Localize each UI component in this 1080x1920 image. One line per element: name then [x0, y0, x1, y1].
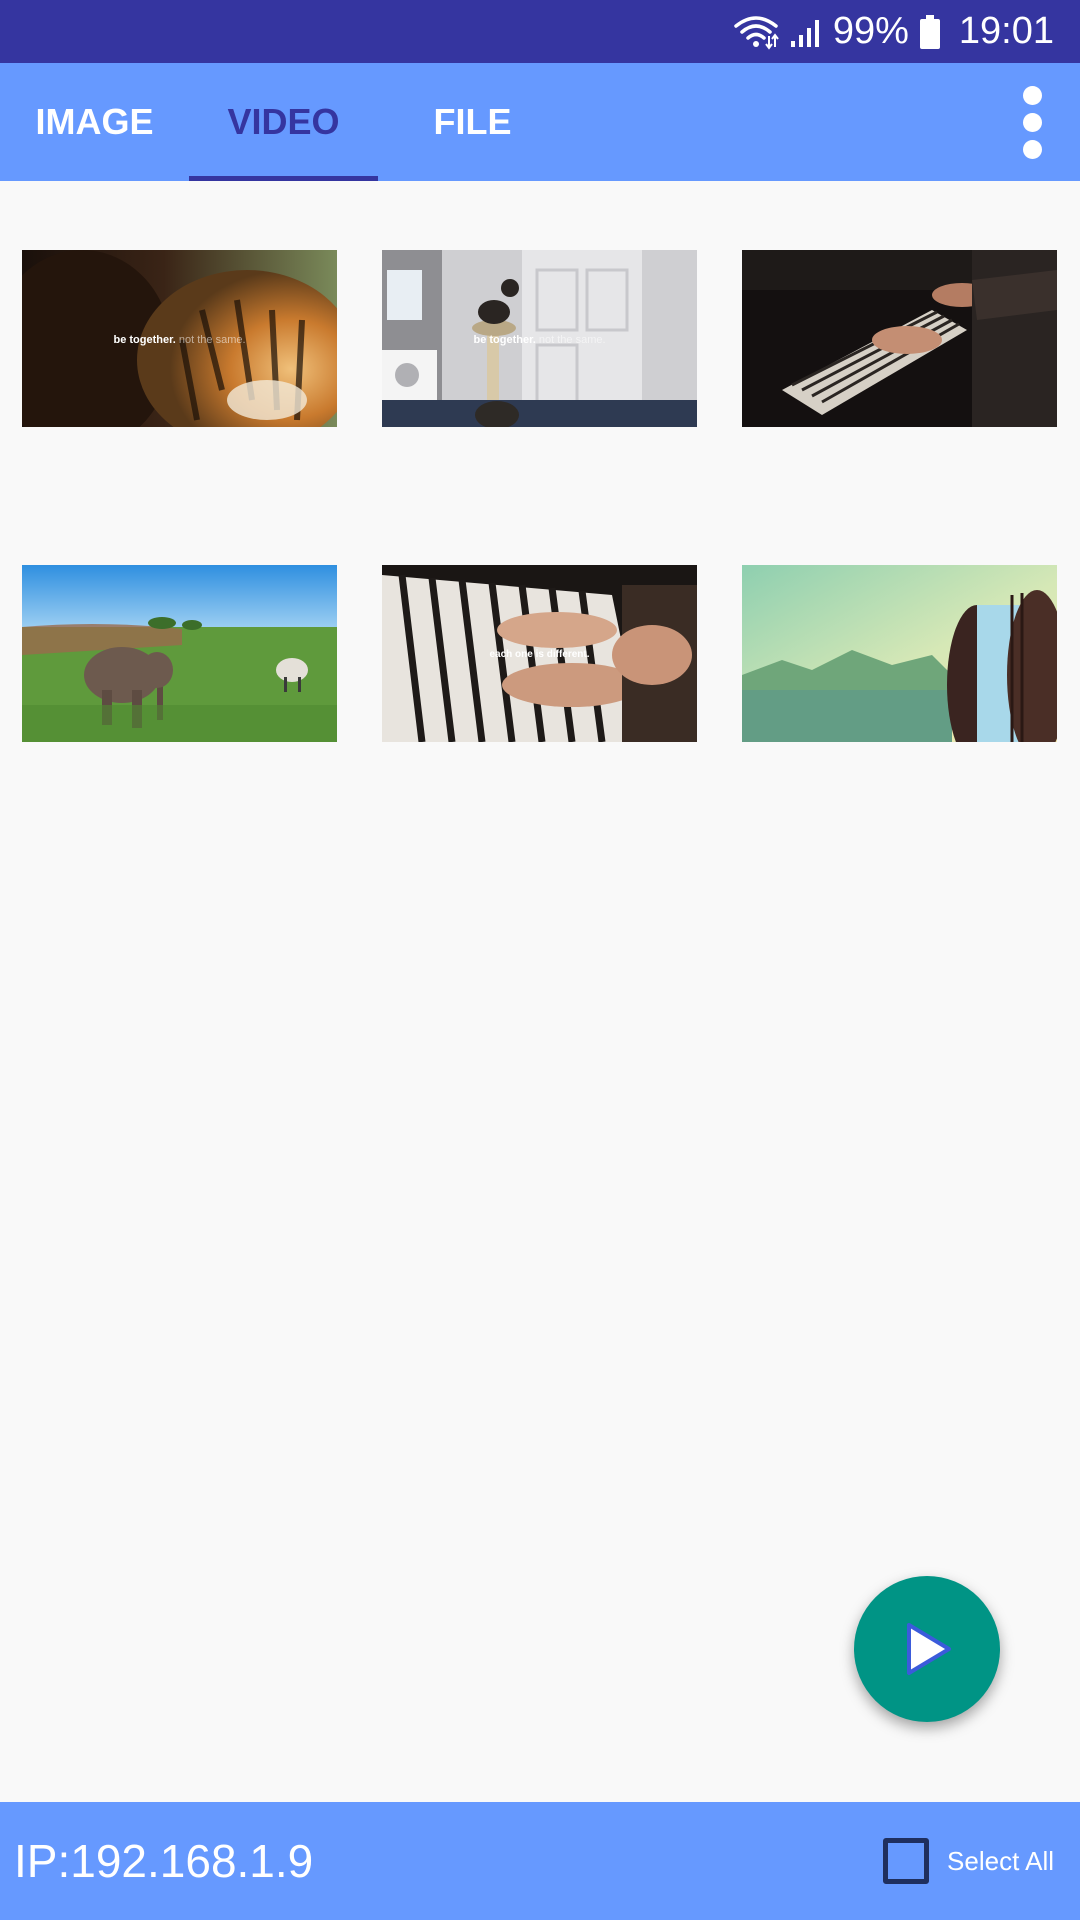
- caption-dim: not the same.: [178, 334, 246, 346]
- bottom-bar: IP:192.168.1.9 Select All: [0, 1802, 1080, 1920]
- cookie-landscape-image: [742, 565, 1057, 742]
- keyboard-hands-image: [742, 250, 1057, 427]
- elephant-sheep-image: [22, 565, 337, 742]
- select-all-checkbox[interactable]: [883, 1838, 930, 1884]
- video-thumbnail[interactable]: be together. not the same.: [22, 250, 337, 427]
- caption-main: be together.: [473, 334, 536, 346]
- signal-icon: [789, 15, 823, 49]
- app-bar: IMAGE VIDEO FILE: [0, 63, 1080, 181]
- clock: 19:01: [958, 10, 1054, 52]
- battery-percent: 99%: [832, 10, 909, 52]
- tab-indicator: [189, 176, 378, 181]
- tab-image[interactable]: IMAGE: [0, 63, 189, 181]
- select-all-label: Select All: [947, 1845, 1054, 1876]
- video-thumbnail[interactable]: each one is different.: [382, 565, 697, 742]
- video-thumbnail[interactable]: be together. not the same.: [382, 250, 697, 427]
- tab-video[interactable]: VIDEO: [189, 63, 378, 181]
- caption-dim: not the same.: [538, 334, 606, 346]
- caption-main: each one is different.: [489, 649, 590, 660]
- status-icons: 99% 19:01: [733, 0, 1054, 63]
- tab-file[interactable]: FILE: [378, 63, 567, 181]
- video-thumbnail[interactable]: [22, 565, 337, 742]
- play-button[interactable]: [854, 1576, 1000, 1722]
- video-caption: be together. not the same.: [22, 334, 337, 346]
- play-icon: [907, 1623, 951, 1675]
- battery-icon: [919, 14, 941, 50]
- more-vert-icon[interactable]: [992, 63, 1072, 181]
- select-all-toggle[interactable]: Select All: [883, 1802, 1054, 1920]
- video-thumbnail[interactable]: [742, 250, 1057, 427]
- status-bar: 99% 19:01: [0, 0, 1080, 63]
- ip-address: IP:192.168.1.9: [14, 1835, 314, 1887]
- video-caption: each one is different.: [382, 648, 697, 660]
- video-caption: be together. not the same.: [382, 334, 697, 346]
- wifi-icon: [733, 14, 779, 50]
- caption-main: be together.: [113, 334, 176, 346]
- video-thumbnail[interactable]: [742, 565, 1057, 742]
